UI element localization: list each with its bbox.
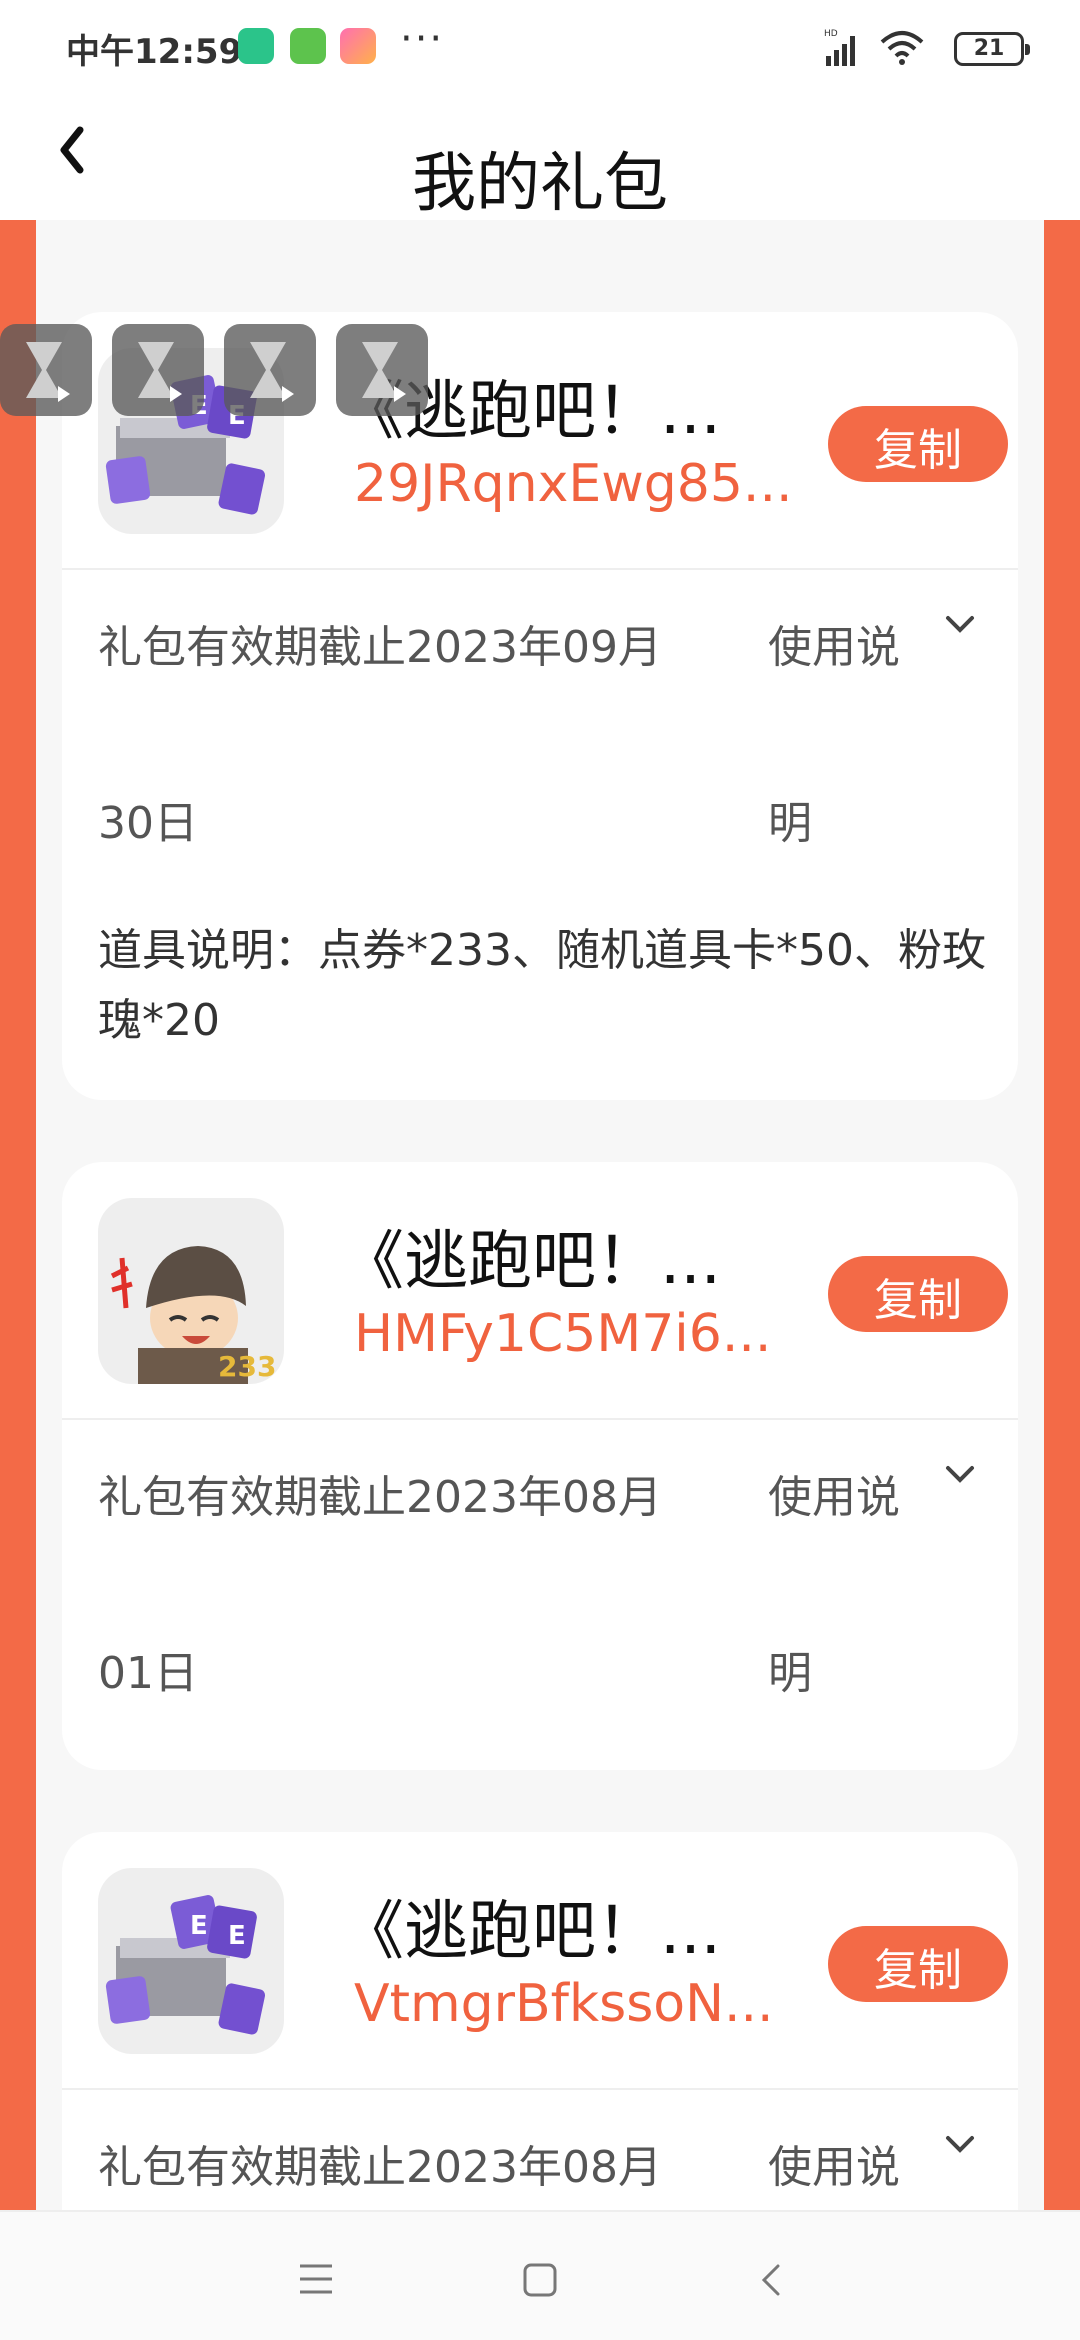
chevron-down-icon[interactable] <box>942 1460 978 1490</box>
gift-box-icon: E E <box>98 1868 284 2054</box>
back-icon[interactable] <box>756 2262 786 2298</box>
svg-text:HD: HD <box>824 29 838 39</box>
hourglass-play-icon[interactable] <box>112 324 204 416</box>
status-time: 中午12:59 <box>66 32 243 72</box>
system-nav-bar <box>0 2210 1080 2340</box>
app-notification-icon <box>238 28 274 64</box>
page-header: 我的礼包 <box>0 90 1080 242</box>
chevron-down-icon[interactable] <box>942 610 978 640</box>
usage-label: 明 <box>768 798 812 849</box>
usage-label: 明 <box>768 1648 812 1699</box>
app-notification-icon <box>340 28 376 64</box>
hourglass-play-icon[interactable] <box>336 324 428 416</box>
more-notifications-icon: ··· <box>400 16 445 62</box>
validity-line: 礼包有效期截止2023年08月 <box>98 1472 662 1523</box>
app-notification-icon <box>290 28 326 64</box>
gift-card-header: 233 《逃跑吧！... HMFy1C5M7i6... 复制 <box>62 1162 1018 1420</box>
character-icon: 233 <box>98 1198 284 1384</box>
usage-label: 使用说 <box>768 622 900 673</box>
status-icons: HD 21 <box>824 28 1030 68</box>
status-bar: 中午12:59 ··· HD 21 <box>0 0 1080 90</box>
usage-label: 使用说 <box>768 1472 900 1523</box>
copy-button[interactable]: 复制 <box>828 1926 1008 2002</box>
gift-code: VtmgrBfkssoN... <box>354 1974 774 2034</box>
svg-text:E: E <box>190 1911 208 1941</box>
hourglass-play-icon[interactable] <box>224 324 316 416</box>
battery-icon: 21 <box>954 32 1030 66</box>
gift-card: E E 《逃跑吧！... VtmgrBfkssoN... 复制 礼包有效期截止2… <box>62 1832 1018 2220</box>
wifi-icon <box>880 31 924 65</box>
validity-line: 01日 <box>98 1648 198 1699</box>
menu-icon[interactable] <box>298 2262 334 2296</box>
hourglass-play-icon[interactable] <box>0 324 92 416</box>
copy-button[interactable]: 复制 <box>828 406 1008 482</box>
validity-line: 礼包有效期截止2023年08月 <box>98 2142 662 2193</box>
gift-list[interactable]: E E 《逃跑吧！... 29JRqnxEwg85... 复制 礼包有效期截止2… <box>36 220 1044 2220</box>
gift-card-header: E E 《逃跑吧！... 29JRqnxEwg85... 复制 <box>62 312 1018 570</box>
game-name: 《逃跑吧！... <box>340 1895 722 1969</box>
page-title: 我的礼包 <box>412 147 668 221</box>
gift-card: 233 《逃跑吧！... HMFy1C5M7i6... 复制 礼包有效期截止20… <box>62 1162 1018 1770</box>
validity-line: 30日 <box>98 798 198 849</box>
chevron-down-icon[interactable] <box>942 2130 978 2160</box>
copy-button[interactable]: 复制 <box>828 1256 1008 1332</box>
usage-label: 使用说 <box>768 2142 900 2193</box>
svg-text:E: E <box>228 1921 246 1951</box>
game-name: 《逃跑吧！... <box>340 1225 722 1299</box>
signal-icon: HD <box>824 29 855 66</box>
validity-line: 礼包有效期截止2023年09月 <box>98 622 662 673</box>
gift-code: HMFy1C5M7i6... <box>354 1304 772 1364</box>
item-description: 道具说明：点券*233、随机道具卡*50、粉玫瑰*20 <box>98 925 986 1046</box>
gift-card: E E 《逃跑吧！... 29JRqnxEwg85... 复制 礼包有效期截止2… <box>62 312 1018 1100</box>
home-icon[interactable] <box>522 2262 558 2298</box>
gift-code: 29JRqnxEwg85... <box>354 454 793 514</box>
gift-card-header: E E 《逃跑吧！... VtmgrBfkssoN... 复制 <box>62 1832 1018 2090</box>
svg-text:233: 233 <box>218 1350 276 1383</box>
